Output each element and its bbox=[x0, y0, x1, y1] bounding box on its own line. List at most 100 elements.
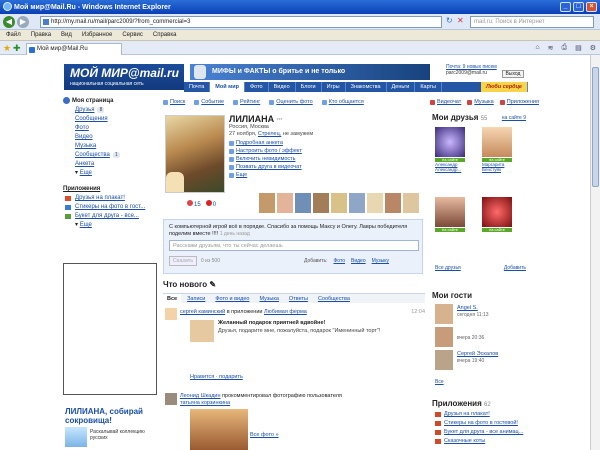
favorites-star-icon[interactable]: ★ bbox=[3, 43, 11, 54]
apps-heading[interactable]: Приложения bbox=[63, 186, 157, 192]
all-friends-link[interactable]: Все друзья bbox=[435, 265, 461, 271]
feed-target-link[interactable]: татьяна корзинкина bbox=[180, 400, 425, 407]
photo-thumb[interactable] bbox=[313, 193, 329, 213]
nav-photo[interactable]: Фото bbox=[245, 82, 269, 92]
sidebar-more[interactable]: ▾ Еще bbox=[63, 169, 157, 178]
ad-placeholder[interactable] bbox=[63, 263, 157, 395]
attach-video-link[interactable]: Видео bbox=[351, 258, 366, 264]
feed-app-link[interactable]: Любимая ферма bbox=[264, 309, 307, 315]
quick-rate-photo[interactable]: Оценить фото bbox=[269, 99, 313, 109]
menu-file[interactable]: Файл bbox=[6, 32, 21, 38]
page-menu-icon[interactable]: ▤ bbox=[575, 44, 582, 52]
tab-answers[interactable]: Ответы bbox=[285, 294, 312, 303]
tab-posts[interactable]: Записи bbox=[183, 294, 209, 303]
nav-maps[interactable]: Карты bbox=[415, 82, 442, 92]
quick-apps[interactable]: Приложения bbox=[499, 99, 539, 109]
feed-avatar[interactable] bbox=[165, 308, 177, 320]
search-input[interactable]: mail.ru: Поиск в Интернет bbox=[470, 16, 594, 28]
sidebar-item-messages[interactable]: Сообщения bbox=[63, 115, 157, 124]
add-favorite-icon[interactable]: ✚ bbox=[13, 43, 21, 54]
forward-button[interactable]: ▶ bbox=[17, 16, 29, 28]
videochat-invite-link[interactable]: Позвать друга в видеочат bbox=[229, 164, 302, 171]
close-button[interactable]: × bbox=[586, 2, 597, 12]
photo-count[interactable]: 15 bbox=[187, 200, 201, 208]
profile-avatar[interactable] bbox=[165, 115, 225, 193]
home-icon[interactable]: ⌂ bbox=[535, 44, 539, 52]
feed-avatar[interactable] bbox=[165, 393, 177, 405]
say-button[interactable]: Сказать bbox=[169, 256, 197, 266]
feed-like-links[interactable]: Нравится · подарить bbox=[190, 374, 243, 381]
sidebar-item-communities[interactable]: Сообщества 1 bbox=[63, 151, 157, 160]
photo-settings-link[interactable]: Настроить фото / эффект bbox=[229, 148, 302, 155]
back-button[interactable]: ◀ bbox=[3, 16, 15, 28]
scrollbar-thumb[interactable] bbox=[592, 67, 599, 187]
feed-user-link[interactable]: сергей каминский bbox=[180, 309, 225, 315]
tab-all[interactable]: Все bbox=[163, 294, 182, 303]
menu-edit[interactable]: Правка bbox=[31, 32, 51, 38]
nav-video[interactable]: Видео bbox=[269, 82, 296, 92]
sidebar-item-music[interactable]: Музыка bbox=[63, 142, 157, 151]
friend-card[interactable]: на сайте Маргарита Бенстуйк bbox=[482, 127, 512, 172]
promo-title[interactable]: ЛИЛИАНА, собирай сокровища! bbox=[65, 407, 157, 425]
ad-banner[interactable]: МИФЫ и ФАКТЫ о бритье и не только bbox=[190, 64, 430, 80]
attach-music-link[interactable]: Музыку bbox=[372, 258, 389, 264]
sidebar-item-photo[interactable]: Фото bbox=[63, 124, 157, 133]
sidebar-app[interactable]: Стикеры на фото в гост... bbox=[63, 203, 157, 212]
quick-event[interactable]: Событие bbox=[194, 99, 224, 109]
quick-videochat[interactable]: Видеочат bbox=[430, 99, 461, 109]
sidebar-item-friends[interactable]: Друзья 8 bbox=[63, 106, 157, 115]
logout-button[interactable]: Выход bbox=[502, 70, 524, 78]
zodiac-link[interactable]: Стрелец, bbox=[258, 131, 281, 137]
tab-music[interactable]: Музыка bbox=[255, 294, 282, 303]
sidebar-item-video[interactable]: Видео bbox=[63, 133, 157, 142]
nav-dating[interactable]: Знакомства bbox=[346, 82, 387, 92]
app-link[interactable]: Букет для друга - все анимац... bbox=[435, 429, 523, 436]
guest-row[interactable]: вчера 20:36 bbox=[435, 327, 529, 349]
friend-card[interactable]: на сайте bbox=[435, 197, 465, 237]
attach-photo-link[interactable]: Фото bbox=[334, 258, 346, 264]
tab-photo-video[interactable]: Фото и видео bbox=[211, 294, 253, 303]
photo-thumb[interactable] bbox=[349, 193, 365, 213]
photo-thumb[interactable] bbox=[331, 193, 347, 213]
nav-blogs[interactable]: Блоги bbox=[296, 82, 322, 92]
url-input[interactable]: http://my.mail.ru/mail/parc2009/?from_co… bbox=[40, 16, 442, 28]
nav-love-promo[interactable]: Люби сердце bbox=[480, 82, 528, 92]
guest-row[interactable]: Angel S. сегодня 11:13 bbox=[435, 304, 529, 326]
friends-online-link[interactable]: на сайте 9 bbox=[502, 115, 526, 121]
menu-help[interactable]: Справка bbox=[153, 32, 177, 38]
print-icon[interactable]: ⎙ bbox=[561, 44, 567, 52]
maximize-button[interactable]: □ bbox=[573, 2, 584, 12]
tools-menu-icon[interactable]: ⚙ bbox=[590, 44, 596, 52]
sidebar-apps-more[interactable]: ▾ Еще bbox=[63, 221, 157, 230]
browser-tab[interactable]: Мой мир@Mail.Ru bbox=[26, 43, 122, 55]
nav-mail[interactable]: Почта bbox=[184, 82, 211, 92]
app-link[interactable]: Друзья на плакат! bbox=[435, 411, 490, 418]
menu-tools[interactable]: Сервис bbox=[122, 32, 143, 38]
app-link[interactable]: Стикеры на фото в гостевой! bbox=[435, 420, 518, 427]
gift-cake-image[interactable] bbox=[190, 320, 214, 342]
quick-who-chats[interactable]: Кто общается bbox=[321, 99, 364, 109]
refresh-icon[interactable]: ↻ bbox=[446, 16, 456, 28]
site-logo[interactable]: МОЙ МИР@mail.ru национальная социальная … bbox=[64, 64, 184, 90]
status-input[interactable]: Расскажи друзьям, что ты сейчас делаешь bbox=[169, 240, 419, 251]
my-page-heading[interactable]: Моя страница bbox=[63, 97, 157, 104]
detailed-profile-link[interactable]: Подробная анкета bbox=[229, 140, 283, 147]
all-photos-link[interactable]: Все фото » bbox=[250, 432, 279, 439]
quick-rating[interactable]: Рейтинг bbox=[233, 99, 260, 109]
add-friend-link[interactable]: Добавить bbox=[504, 265, 526, 271]
gift-count[interactable]: 0 bbox=[205, 200, 216, 208]
menu-favorites[interactable]: Избранное bbox=[82, 32, 112, 38]
guest-row[interactable]: Сергей Эскалов вчера 19:40 bbox=[435, 350, 529, 372]
nav-my-world[interactable]: Мой мир bbox=[210, 82, 245, 92]
all-guests-link[interactable]: Все bbox=[435, 379, 444, 385]
edit-icon[interactable]: ✎ bbox=[209, 280, 216, 289]
feeds-icon[interactable]: ≋ bbox=[548, 44, 554, 52]
photo-thumb[interactable] bbox=[259, 193, 275, 213]
photo-thumb[interactable] bbox=[277, 193, 293, 213]
sidebar-app[interactable]: Друзья на плакат! bbox=[63, 194, 157, 203]
app-link[interactable]: Сказочные коты bbox=[435, 438, 485, 445]
sidebar-item-profile[interactable]: Анкета bbox=[63, 160, 157, 169]
tab-communities[interactable]: Сообщества bbox=[314, 294, 354, 303]
vertical-scrollbar[interactable] bbox=[590, 55, 600, 450]
minimize-button[interactable]: _ bbox=[560, 2, 571, 12]
